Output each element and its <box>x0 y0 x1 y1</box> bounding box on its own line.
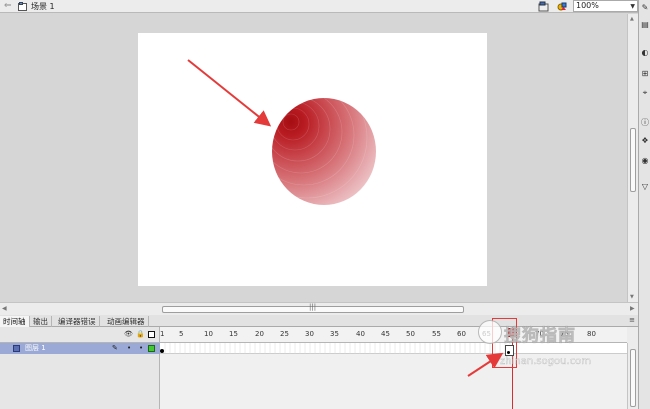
layer-name[interactable]: 图层 1 <box>25 343 46 354</box>
eye-icon[interactable]: 👁 <box>124 330 133 338</box>
vertical-scroll-thumb[interactable] <box>630 128 636 192</box>
layer-header: 👁 🔒 <box>0 327 160 343</box>
ruler-tick: 15 <box>229 330 238 338</box>
edit-symbol-icon[interactable] <box>557 1 568 12</box>
watermark-text: 搜狗指南 <box>504 326 576 347</box>
tab-output[interactable]: 输出 <box>30 316 52 327</box>
gradient-rings <box>272 98 376 205</box>
ruler-tick: 5 <box>179 330 184 338</box>
stage-area <box>0 14 638 302</box>
layer-color-swatch[interactable] <box>148 345 155 352</box>
scene-icon <box>18 2 27 11</box>
keyframe-dot[interactable] <box>160 349 164 353</box>
chevron-down-icon: ▼ <box>630 3 635 10</box>
tab-compiler-errors[interactable]: 编译器错误 <box>55 316 100 327</box>
brush-tool-icon[interactable]: ✎ <box>640 3 650 13</box>
watermark: 搜狗指南 zhinan.sogou.com <box>478 318 638 378</box>
watermark-url: zhinan.sogou.com <box>500 356 592 367</box>
back-arrow-icon[interactable]: ⇐ <box>4 1 12 11</box>
ruler-tick: 20 <box>255 330 264 338</box>
horizontal-scroll-thumb[interactable]: ||| <box>162 303 464 313</box>
transform-icon[interactable]: ⌖ <box>640 88 650 98</box>
ruler-tick: 10 <box>204 330 213 338</box>
stage-vertical-scrollbar[interactable]: ▲ ▼ <box>627 14 638 302</box>
layers-empty-area <box>0 354 160 409</box>
info-icon[interactable]: ⓘ <box>640 118 650 128</box>
zoom-select[interactable]: 100% ▼ <box>573 0 638 12</box>
align-icon[interactable]: ⊞ <box>640 69 650 79</box>
scroll-right-icon[interactable]: ▶ <box>630 305 635 312</box>
grip-icon: ||| <box>309 303 317 311</box>
layer-icon <box>13 345 20 352</box>
ruler-tick: 55 <box>432 330 441 338</box>
ruler-tick: 25 <box>280 330 289 338</box>
ruler-tick: 1 <box>160 330 165 338</box>
watermark-logo-icon <box>478 320 502 344</box>
ruler-tick: 30 <box>305 330 314 338</box>
lock-dot[interactable]: • <box>139 343 143 354</box>
ruler-tick: 35 <box>330 330 339 338</box>
ruler-tick: 50 <box>406 330 415 338</box>
library-icon[interactable]: ▤ <box>640 20 650 30</box>
visibility-dot[interactable]: • <box>127 343 131 354</box>
edit-scene-icon[interactable] <box>538 1 549 12</box>
scroll-left-icon[interactable]: ◀ <box>2 305 7 312</box>
scene-label: 场景 1 <box>31 2 55 11</box>
motion-icon[interactable]: ◉ <box>640 156 650 166</box>
zoom-value: 100% <box>576 1 599 10</box>
right-toolbar: ✎ ▤ ◐ ⊞ ⌖ ⓘ ❖ ◉ ▽ <box>638 0 650 409</box>
ruler-tick: 60 <box>457 330 466 338</box>
ruler-tick: 40 <box>356 330 365 338</box>
tab-timeline[interactable]: 时间轴 <box>0 316 30 327</box>
tab-motion-editor[interactable]: 动画编辑器 <box>104 316 149 327</box>
filter-icon[interactable]: ▽ <box>640 182 650 192</box>
stage-horizontal-scrollbar[interactable]: ◀ ||| ▶ <box>0 302 638 315</box>
scroll-down-icon[interactable]: ▼ <box>630 294 634 300</box>
layer-row[interactable]: 图层 1 ✎ • • <box>0 343 160 354</box>
ruler-tick: 45 <box>381 330 390 338</box>
color-wheel-icon[interactable]: ◐ <box>640 48 650 58</box>
stage[interactable] <box>138 33 487 286</box>
outline-icon[interactable] <box>148 331 155 338</box>
components-icon[interactable]: ❖ <box>640 136 650 146</box>
lock-icon[interactable]: 🔒 <box>136 330 145 338</box>
scroll-up-icon[interactable]: ▲ <box>630 16 634 22</box>
scene-bar: ⇐ 场景 1 100% ▼ <box>0 0 638 13</box>
pencil-icon[interactable]: ✎ <box>112 343 118 354</box>
